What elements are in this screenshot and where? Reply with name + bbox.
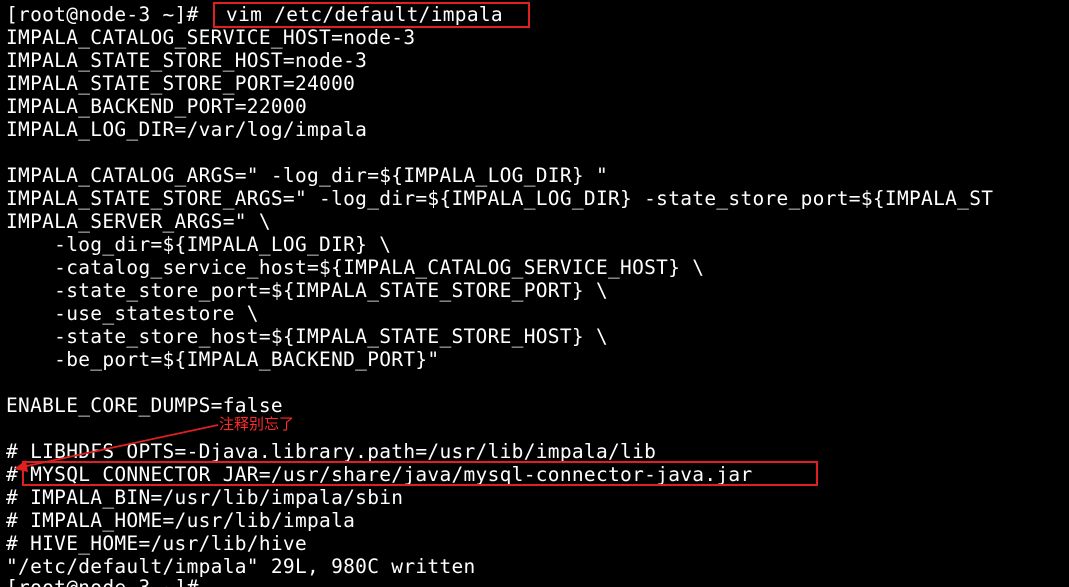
server-arg-use-statestore: -use_statestore \ (6, 302, 259, 325)
terminal-window[interactable]: [root@node-3 ~]# vim /etc/default/impala… (0, 0, 1069, 587)
config-line-hive-home: # HIVE_HOME=/usr/lib/hive (6, 532, 307, 555)
server-arg-log-dir: -log_dir=${IMPALA_LOG_DIR} \ (6, 233, 392, 256)
config-line-state-store-port: IMPALA_STATE_STORE_PORT=24000 (6, 72, 356, 95)
config-line-server-args: IMPALA_SERVER_ARGS=" \ (6, 210, 271, 233)
mysql-connector-highlight-box (22, 461, 818, 486)
server-arg-state-store-host: -state_store_host=${IMPALA_STATE_STORE_H… (6, 325, 608, 348)
config-line-catalog-args: IMPALA_CATALOG_ARGS=" -log_dir=${IMPALA_… (6, 164, 608, 187)
config-line-impala-home: # IMPALA_HOME=/usr/lib/impala (6, 509, 356, 532)
command-highlight-box (213, 2, 530, 28)
server-arg-state-store-port: -state_store_port=${IMPALA_STATE_STORE_P… (6, 279, 608, 302)
config-line-log-dir: IMPALA_LOG_DIR=/var/log/impala (6, 118, 368, 141)
config-line-catalog-host: IMPALA_CATALOG_SERVICE_HOST=node-3 (6, 26, 416, 49)
config-line-state-store-host: IMPALA_STATE_STORE_HOST=node-3 (6, 49, 368, 72)
config-line-backend-port: IMPALA_BACKEND_PORT=22000 (6, 95, 307, 118)
config-line-state-store-args: IMPALA_STATE_STORE_ARGS=" -log_dir=${IMP… (6, 187, 994, 210)
server-arg-catalog-service-host: -catalog_service_host=${IMPALA_CATALOG_S… (6, 256, 705, 279)
vim-write-status: "/etc/default/impala" 29L, 980C written (6, 555, 476, 578)
annotation-note: 注释别忘了 (219, 415, 295, 433)
shell-prompt: [root@node-3 ~]# (6, 3, 199, 26)
shell-prompt-bottom: [root@node-3 ~]# (6, 576, 199, 587)
config-line-libhdfs-opts: # LIBHDFS_OPTS=-Djava.library.path=/usr/… (6, 440, 657, 463)
config-line-impala-bin: # IMPALA_BIN=/usr/lib/impala/sbin (6, 486, 404, 509)
server-arg-be-port: -be_port=${IMPALA_BACKEND_PORT}" (6, 348, 440, 371)
